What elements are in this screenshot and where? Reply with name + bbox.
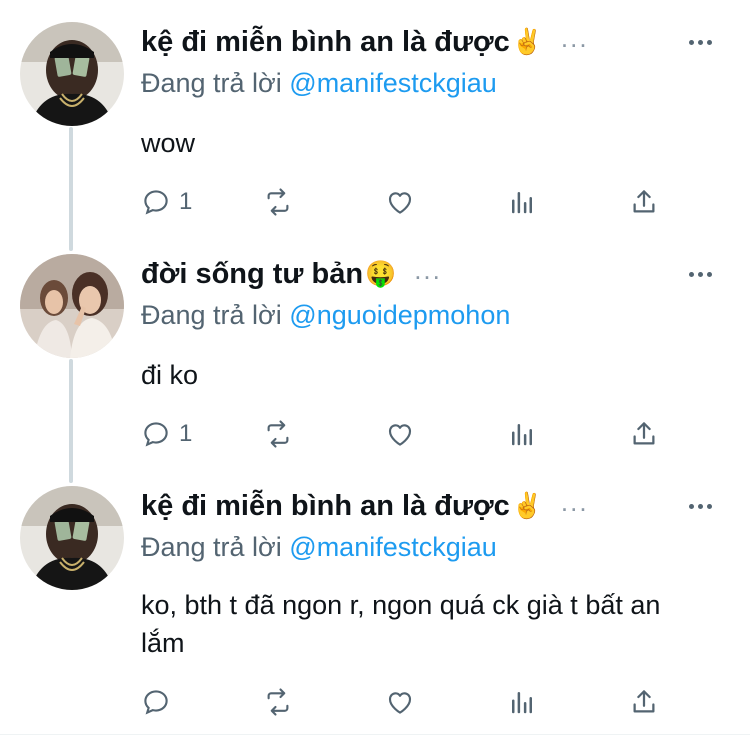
display-name[interactable]: đời sống tư bản (141, 258, 363, 291)
name-emoji: ✌️ (511, 27, 543, 56)
user-avatar[interactable] (20, 486, 124, 590)
tweet-text: wow (141, 128, 196, 158)
user-avatar[interactable] (20, 22, 124, 126)
name-ellipsis: ... (414, 254, 442, 285)
name-ellipsis: ... (560, 486, 589, 517)
tweet-header: kệ đi miễn bình an là được ✌️ ... (141, 22, 589, 62)
like-button[interactable] (385, 416, 415, 452)
user-avatar[interactable] (20, 254, 124, 358)
tweet-actions (141, 684, 701, 720)
avatar-two-women-image (20, 254, 124, 358)
retweet-button[interactable] (263, 416, 293, 452)
tweet[interactable]: đời sống tư bản 🤑 ... Đang trả lời @nguo… (0, 254, 750, 464)
reply-handle-link[interactable]: @nguoidepmohon (289, 300, 510, 330)
share-button[interactable] (629, 416, 659, 452)
replying-to-line: Đang trả lời @nguoidepmohon (141, 300, 510, 331)
tweet[interactable]: kệ đi miễn bình an là được ✌️ ... Đang t… (0, 486, 750, 734)
replying-to-line: Đang trả lời @manifestckgiau (141, 532, 497, 563)
tweet-actions: 1 (141, 184, 701, 220)
retweet-icon (267, 420, 289, 448)
more-icon[interactable] (680, 486, 720, 526)
heart-icon (388, 692, 412, 714)
reply-button[interactable] (141, 684, 179, 720)
share-icon (633, 422, 655, 445)
analytics-icon (512, 424, 532, 446)
avatar-money-face-image (20, 22, 124, 126)
reply-count: 1 (179, 420, 193, 447)
tweet-header: đời sống tư bản 🤑 ... (141, 254, 442, 294)
reply-icon (144, 422, 168, 447)
heart-icon (388, 192, 412, 214)
analytics-icon (512, 192, 532, 214)
views-button[interactable] (507, 416, 537, 452)
replying-to-line: Đang trả lời @manifestckgiau (141, 68, 497, 99)
tweet-text: ko, bth t đã ngon r, ngon quá ck già t b… (141, 590, 661, 658)
retweet-icon (267, 188, 289, 216)
tweet-actions: 1 (141, 416, 701, 452)
share-button[interactable] (629, 184, 659, 220)
share-button[interactable] (629, 684, 659, 720)
tweet-text: đi ko (141, 360, 199, 390)
reply-button[interactable]: 1 (141, 416, 192, 452)
retweet-button[interactable] (263, 184, 293, 220)
more-icon[interactable] (680, 254, 720, 294)
avatar-money-face-image (20, 486, 124, 590)
name-ellipsis: ... (560, 22, 589, 53)
reply-handle-link[interactable]: @manifestckgiau (289, 532, 497, 562)
reply-icon (144, 690, 168, 715)
display-name[interactable]: kệ đi miễn bình an là được (141, 26, 510, 59)
replying-to-label: Đang trả lời (141, 532, 282, 562)
tweet[interactable]: kệ đi miễn bình an là được ✌️ ... Đang t… (0, 22, 750, 232)
retweet-button[interactable] (263, 684, 293, 720)
more-icon[interactable] (680, 22, 720, 62)
like-button[interactable] (385, 684, 415, 720)
reply-handle-link[interactable]: @manifestckgiau (289, 68, 497, 98)
name-emoji: 🤑 (365, 259, 397, 288)
display-name[interactable]: kệ đi miễn bình an là được (141, 490, 510, 523)
views-button[interactable] (507, 184, 537, 220)
analytics-icon (512, 692, 532, 714)
share-icon (633, 190, 655, 213)
replying-to-label: Đang trả lời (141, 300, 282, 330)
retweet-icon (267, 688, 289, 716)
heart-icon (388, 424, 412, 446)
views-button[interactable] (507, 684, 537, 720)
like-button[interactable] (385, 184, 415, 220)
tweet-header: kệ đi miễn bình an là được ✌️ ... (141, 486, 589, 526)
reply-icon (144, 190, 168, 215)
replying-to-label: Đang trả lời (141, 68, 282, 98)
name-emoji: ✌️ (511, 491, 543, 520)
reply-button[interactable]: 1 (141, 184, 192, 220)
reply-count: 1 (179, 188, 193, 215)
divider (0, 734, 750, 735)
share-icon (633, 690, 655, 713)
